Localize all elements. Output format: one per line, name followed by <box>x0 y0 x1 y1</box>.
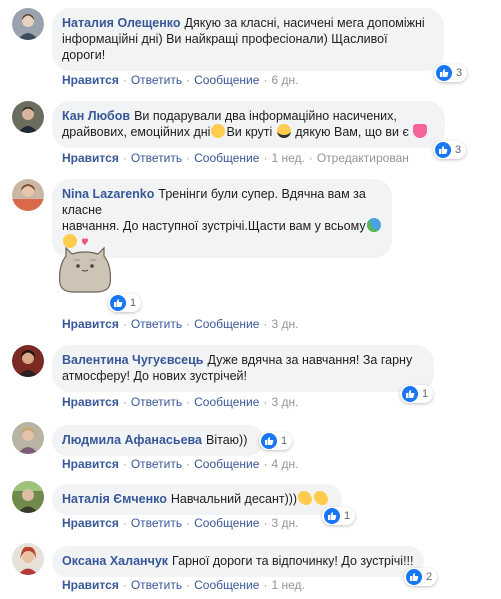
comment-author[interactable]: Оксана Халанчук <box>62 554 168 568</box>
comment-bubble: Людмила Афанасьева Вітаю)) <box>52 425 264 456</box>
comment-text: Вітаю)) <box>206 433 248 447</box>
comment-text: Ви круті <box>226 125 273 139</box>
comment-actions: Нравится · Ответить · Сообщение · 3 дн. <box>62 317 299 331</box>
like-button[interactable]: Нравится <box>62 395 119 409</box>
comment-actions: Нравится · Ответить · Сообщение · 3 дн. <box>62 516 299 530</box>
comment-author[interactable]: Кан Любов <box>62 109 130 123</box>
comment-timestamp[interactable]: 4 дн. <box>271 457 298 471</box>
avatar[interactable] <box>12 345 44 377</box>
comment-author[interactable]: Nina Lazarenko <box>62 187 154 201</box>
like-reaction-icon <box>435 142 451 158</box>
reply-button[interactable]: Ответить <box>131 578 182 592</box>
like-reaction-icon <box>436 65 452 81</box>
like-reaction-icon <box>406 569 422 585</box>
comment-timestamp[interactable]: 3 дн. <box>271 516 298 530</box>
reaction-count[interactable]: 2 <box>404 568 438 586</box>
reaction-count[interactable]: 3 <box>434 64 468 82</box>
comment-text: Дякую за класні, насичені мега допоміжні <box>184 16 425 30</box>
comment-bubble: Наталия Олещенко Дякую за класні, насичен… <box>52 8 444 71</box>
sparkling-heart-icon <box>413 124 428 138</box>
comment-timestamp[interactable]: 6 дн. <box>271 73 298 87</box>
comment-bubble: Наталія Ємченко Навчальний десант))) <box>52 484 342 515</box>
comment-text: Ви подарували два інформаційно насичених… <box>134 109 397 123</box>
comment-actions: Нравится · Ответить · Сообщение · 1 нед. <box>62 578 305 592</box>
message-button[interactable]: Сообщение <box>194 516 259 530</box>
reply-button[interactable]: Ответить <box>131 457 182 471</box>
comment-bubble: Оксана Халанчук Гарної дороги та відпочин… <box>52 546 424 577</box>
avatar[interactable] <box>12 8 44 40</box>
comment-author[interactable]: Людмила Афанасьева <box>62 433 202 447</box>
message-button[interactable]: Сообщение <box>194 578 259 592</box>
message-button[interactable]: Сообщение <box>194 395 259 409</box>
comment-text: атмосферу! До нових зустрічей! <box>62 369 247 383</box>
sunglasses-face-icon <box>276 124 291 138</box>
comment-text: дякую Вам, що ви є <box>295 125 409 139</box>
like-reaction-icon <box>261 433 277 449</box>
message-button[interactable]: Сообщение <box>194 73 259 87</box>
comment-bubble: Валентина Чугуєвсець Дуже вдячна за навча… <box>52 345 434 392</box>
comment-text: Гарної дороги та відпочинку! До зустрічі… <box>172 554 414 568</box>
avatar[interactable] <box>12 422 44 454</box>
comment-timestamp[interactable]: 3 дн. <box>271 395 298 409</box>
message-button[interactable]: Сообщение <box>194 151 259 165</box>
like-button[interactable]: Нравится <box>62 317 119 331</box>
like-button[interactable]: Нравится <box>62 151 119 165</box>
flexed-biceps-icon <box>298 491 313 505</box>
comment-actions: Нравится · Ответить · Сообщение · 4 дн. <box>62 457 299 471</box>
reply-button[interactable]: Ответить <box>131 73 182 87</box>
like-reaction-icon <box>324 508 340 524</box>
comment-text: дороги! <box>62 48 106 62</box>
comment-author[interactable]: Валентина Чугуєвсець <box>62 353 203 367</box>
comment-text: Навчальний десант))) <box>170 492 298 506</box>
reaction-count[interactable]: 1 <box>400 385 434 403</box>
globe-icon <box>366 218 381 232</box>
reply-button[interactable]: Ответить <box>131 317 182 331</box>
reply-button[interactable]: Ответить <box>131 151 182 165</box>
reaction-count[interactable]: 1 <box>259 432 293 450</box>
like-button[interactable]: Нравится <box>62 516 119 530</box>
comment-text: Дуже вдячна за навчання! За гарну <box>207 353 413 367</box>
avatar[interactable] <box>12 481 44 513</box>
reply-button[interactable]: Ответить <box>131 516 182 530</box>
like-reaction-icon <box>110 295 126 311</box>
reaction-count[interactable]: 1 <box>322 507 356 525</box>
sticker[interactable] <box>52 236 118 294</box>
comment-actions: Нравится · Ответить · Сообщение · 6 дн. <box>62 73 299 87</box>
reaction-count[interactable]: 3 <box>433 141 467 159</box>
like-button[interactable]: Нравится <box>62 578 119 592</box>
message-button[interactable]: Сообщение <box>194 317 259 331</box>
comment-timestamp[interactable]: 1 нед. <box>271 151 304 165</box>
avatar[interactable] <box>12 179 44 211</box>
comment-actions: Нравится · Ответить · Сообщение · 1 нед. · Отред… <box>62 151 409 165</box>
comment-author[interactable]: Наталия Олещенко <box>62 16 181 30</box>
avatar[interactable] <box>12 101 44 133</box>
edited-label[interactable]: Отредактирован <box>317 151 409 165</box>
message-button[interactable]: Сообщение <box>194 457 259 471</box>
comment-text: навчання. До наступної зустрічі.Щасти ва… <box>62 219 366 233</box>
comment-bubble: Кан Любов Ви подарували два інформаційно … <box>52 101 445 148</box>
reply-button[interactable]: Ответить <box>131 395 182 409</box>
like-button[interactable]: Нравится <box>62 457 119 471</box>
like-reaction-icon <box>402 386 418 402</box>
avatar[interactable] <box>12 543 44 575</box>
comment-author[interactable]: Наталія Ємченко <box>62 492 167 506</box>
comment-actions: Нравится · Ответить · Сообщение · 3 дн. <box>62 395 299 409</box>
kissing-face-icon <box>211 124 226 138</box>
comment-timestamp[interactable]: 3 дн. <box>271 317 298 331</box>
comment-text: інформаційні дні) Ви найкращі професіона… <box>62 32 388 46</box>
comment-timestamp[interactable]: 1 нед. <box>271 578 304 592</box>
flexed-biceps-icon <box>314 491 329 505</box>
reaction-count[interactable]: 1 <box>108 294 142 312</box>
like-button[interactable]: Нравится <box>62 73 119 87</box>
comment-text: драйвових, емоційних дні <box>62 125 211 139</box>
